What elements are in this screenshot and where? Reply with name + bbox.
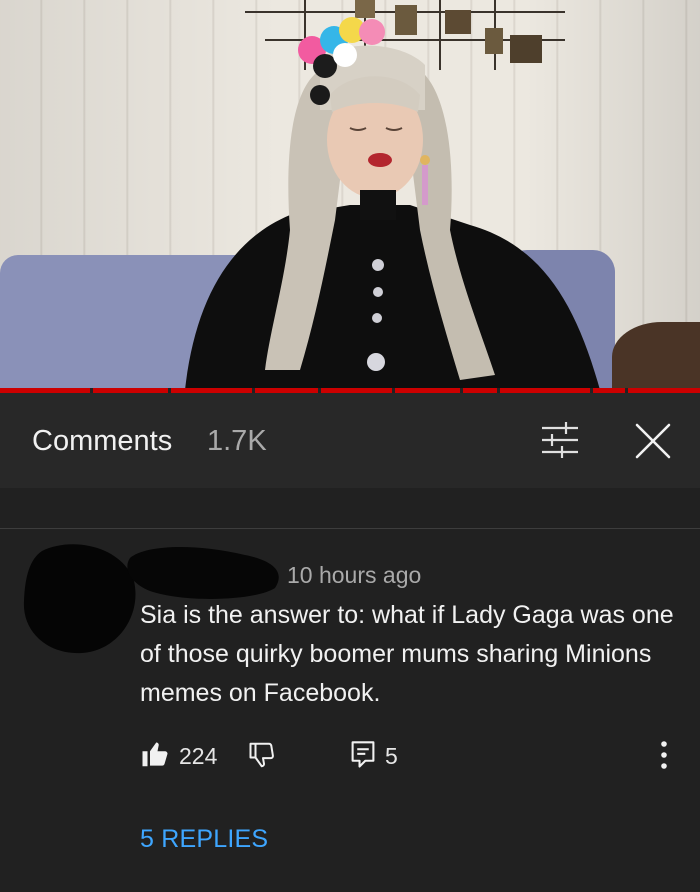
reply-comment-icon	[351, 741, 375, 768]
comment-text: Sia is the answer to: what if Lady Gaga …	[140, 601, 674, 707]
close-icon	[635, 423, 671, 459]
comments-title: Comments	[32, 425, 173, 457]
sort-filter-button[interactable]	[538, 420, 582, 460]
comments-count: 1.7K	[207, 425, 267, 457]
video-player[interactable]	[0, 0, 700, 390]
view-replies-link[interactable]: 5 REPLIES	[140, 825, 268, 854]
sliders-icon	[542, 422, 578, 458]
comment-timestamp: 10 hours ago	[287, 562, 422, 588]
reply-button[interactable]	[349, 740, 377, 770]
divider	[0, 528, 700, 529]
more-options-button[interactable]	[652, 738, 676, 772]
author-name-redacted[interactable]	[125, 543, 285, 603]
avatar[interactable]	[22, 541, 140, 656]
like-count: 224	[179, 743, 218, 769]
video-subject	[185, 17, 600, 390]
reply-count: 5	[385, 743, 398, 769]
thumbs-up-icon	[142, 742, 168, 767]
vertical-dots-icon	[661, 741, 667, 769]
like-button[interactable]	[140, 740, 170, 770]
thumbs-down-icon	[249, 742, 274, 768]
close-button[interactable]	[631, 419, 675, 463]
dislike-button[interactable]	[248, 740, 278, 770]
